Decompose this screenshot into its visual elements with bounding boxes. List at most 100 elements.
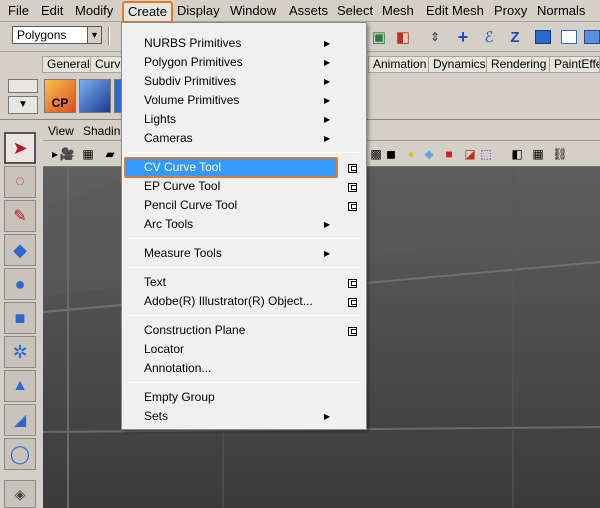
toolbox: ➤ ◌ ✎ ◆ ● ■ ✲ ▲ ◢ ◯ ◈	[0, 128, 40, 508]
menu-file[interactable]: File	[8, 3, 29, 19]
menu-item-cv-curve-tool[interactable]: CV Curve Tool	[144, 160, 221, 175]
menu-item-text[interactable]: Text	[144, 275, 166, 290]
panel-menu-view[interactable]: View	[48, 124, 74, 138]
circle-icon[interactable]: ◯	[4, 438, 36, 470]
menu-item-illustrator-object[interactable]: Adobe(R) Illustrator(R) Object...	[144, 294, 313, 309]
isolate-icon[interactable]: ◪	[462, 146, 478, 162]
grid-icon[interactable]: ▦	[530, 146, 546, 162]
shelf-menu-button[interactable]	[8, 79, 38, 93]
option-box-icon[interactable]	[348, 183, 357, 192]
submenu-arrow-icon: ▶	[324, 96, 331, 105]
menu-separator	[128, 238, 360, 239]
move-icon[interactable]: ◆	[4, 234, 36, 266]
option-box-icon[interactable]	[348, 279, 357, 288]
menu-item-subdiv-primitives[interactable]: Subdiv Primitives	[144, 74, 236, 89]
menu-edit-mesh[interactable]: Edit Mesh	[426, 3, 484, 19]
snap-grid-icon[interactable]: ▣	[369, 27, 389, 47]
scale-icon[interactable]: ■	[4, 302, 36, 334]
menu-separator	[128, 152, 360, 153]
cp-shelf-button[interactable]: CP	[44, 79, 76, 113]
poly-cube-shelf-icon[interactable]	[79, 79, 111, 113]
submenu-arrow-icon: ▶	[324, 220, 331, 229]
main-menubar: File Edit Modify Create Display Window A…	[0, 0, 600, 23]
menu-item-annotation[interactable]: Annotation...	[144, 361, 211, 376]
input-output-icon[interactable]: ⇕	[425, 27, 445, 47]
menu-display[interactable]: Display	[177, 3, 220, 19]
manipulator-icon[interactable]: ✲	[4, 336, 36, 368]
render-view-icon[interactable]	[533, 27, 553, 47]
create-menu-dropdown: NURBS Primitives ▶ Polygon Primitives ▶ …	[121, 22, 367, 430]
lasso-icon[interactable]: ◌	[4, 166, 36, 198]
shelf-options-icon[interactable]: ▼	[8, 96, 38, 114]
menu-separator	[128, 315, 360, 316]
menu-item-volume-primitives[interactable]: Volume Primitives	[144, 93, 239, 108]
xray-icon[interactable]: ◧	[509, 146, 525, 162]
submenu-arrow-icon: ▶	[324, 58, 331, 67]
history-icon[interactable]: ℰ	[479, 27, 499, 47]
camera-icon[interactable]: 🎥	[59, 146, 75, 162]
menu-item-ep-curve-tool[interactable]: EP Curve Tool	[144, 179, 220, 194]
camera-attr-icon[interactable]: ▦	[80, 146, 96, 162]
snap-curve-icon[interactable]: ◧	[393, 27, 413, 47]
lights-icon[interactable]: ●	[403, 146, 419, 162]
menu-normals[interactable]: Normals	[537, 3, 585, 19]
plus-icon[interactable]: +	[453, 27, 473, 47]
menu-edit[interactable]: Edit	[41, 3, 63, 19]
shelf-tab-animation[interactable]: Animation	[368, 56, 432, 73]
menu-item-measure-tools[interactable]: Measure Tools	[144, 246, 222, 261]
menu-item-pencil-curve-tool[interactable]: Pencil Curve Tool	[144, 198, 237, 213]
option-box-icon[interactable]	[348, 202, 357, 211]
smooth-shade-icon[interactable]: ◼	[383, 146, 399, 162]
mode-selector-value: Polygons	[17, 28, 67, 42]
menu-separator	[128, 267, 360, 268]
mode-selector[interactable]: Polygons ▼	[12, 26, 102, 44]
menu-create[interactable]: Create	[122, 1, 174, 23]
shelf-tab-rendering[interactable]: Rendering	[486, 56, 552, 73]
menu-select[interactable]: Select	[337, 3, 373, 19]
chevron-down-icon[interactable]: ▼	[87, 27, 101, 43]
textured-icon[interactable]: ◆	[421, 146, 437, 162]
menu-proxy[interactable]: Proxy	[494, 3, 527, 19]
menu-assets[interactable]: Assets	[289, 3, 328, 19]
submenu-arrow-icon: ▶	[324, 39, 331, 48]
submenu-arrow-icon: ▶	[324, 249, 331, 258]
paint-select-icon[interactable]: ✎	[4, 200, 36, 232]
frame-icon[interactable]: ⬚	[478, 146, 494, 162]
submenu-arrow-icon: ▶	[324, 77, 331, 86]
shading-icon[interactable]: ▩	[368, 146, 384, 162]
menu-modify[interactable]: Modify	[75, 3, 113, 19]
menu-window[interactable]: Window	[230, 3, 276, 19]
menu-item-empty-group[interactable]: Empty Group	[144, 390, 215, 405]
option-box-icon[interactable]	[348, 327, 357, 336]
menu-item-nurbs-primitives[interactable]: NURBS Primitives	[144, 36, 241, 51]
menu-item-polygon-primitives[interactable]: Polygon Primitives	[144, 55, 243, 70]
submenu-arrow-icon: ▶	[324, 412, 331, 421]
shadows-icon[interactable]: ■	[441, 146, 457, 162]
render-settings-icon[interactable]	[559, 27, 579, 47]
menu-item-arc-tools[interactable]: Arc Tools	[144, 217, 193, 232]
option-box-icon[interactable]	[348, 298, 357, 307]
menu-item-locator[interactable]: Locator	[144, 342, 184, 357]
curve-s-icon[interactable]: Z	[505, 27, 525, 47]
ipr-render-icon[interactable]	[582, 27, 600, 47]
resolution-gate-icon[interactable]: ⛓	[552, 146, 568, 162]
menu-mesh[interactable]: Mesh	[382, 3, 414, 19]
rotate-icon[interactable]: ●	[4, 268, 36, 300]
menu-item-cameras[interactable]: Cameras	[144, 131, 193, 146]
menu-item-lights[interactable]: Lights	[144, 112, 176, 127]
submenu-arrow-icon: ▶	[324, 134, 331, 143]
shelf-tab-general[interactable]: General	[42, 56, 95, 73]
layer-icon[interactable]: ◈	[4, 480, 36, 508]
shelf-tab-dynamics[interactable]: Dynamics	[428, 56, 491, 73]
menu-item-sets[interactable]: Sets	[144, 409, 168, 424]
shelf-tab-painteffects[interactable]: PaintEffe	[549, 56, 600, 73]
option-box-icon[interactable]	[348, 164, 357, 173]
select-arrow-icon[interactable]: ➤	[4, 132, 36, 164]
cp-shelf-label: CP	[51, 96, 69, 110]
status-divider	[108, 27, 110, 45]
bookmark-icon[interactable]: ▰	[102, 146, 118, 162]
menu-item-construction-plane[interactable]: Construction Plane	[144, 323, 245, 338]
sculpt-icon[interactable]: ◢	[4, 404, 36, 436]
soft-mod-icon[interactable]: ▲	[4, 370, 36, 402]
panel-menu-shading[interactable]: Shadin	[83, 124, 120, 138]
